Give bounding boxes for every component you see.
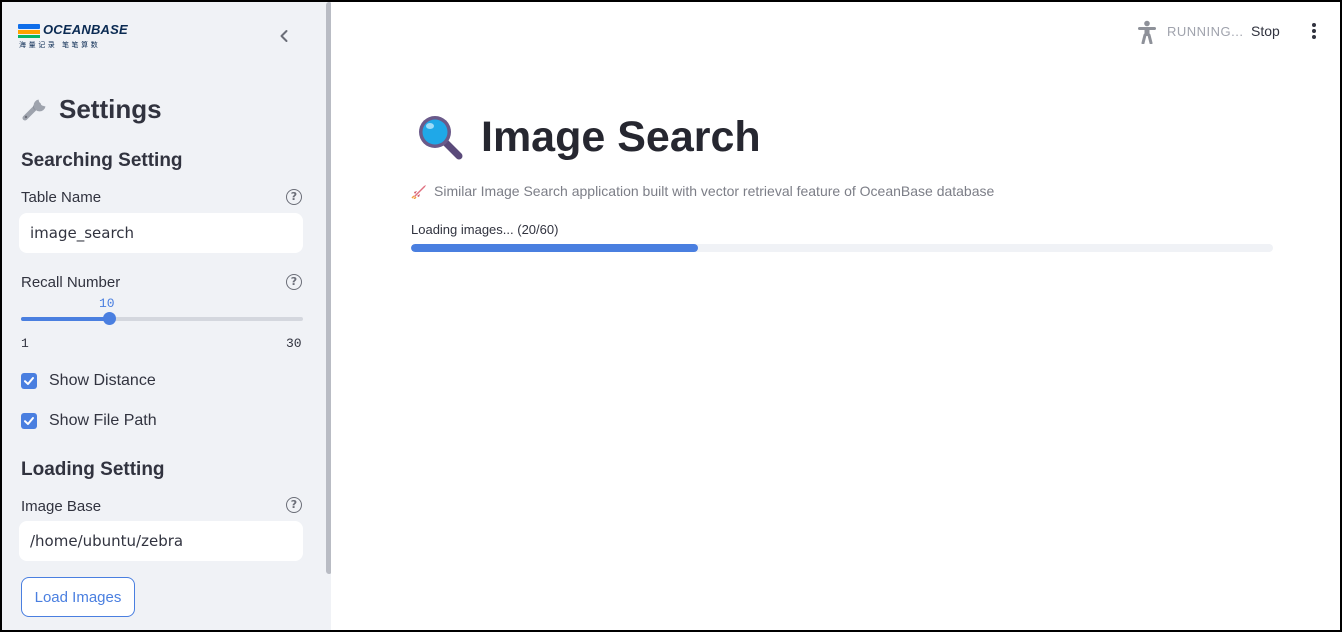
slider-max-label: 30 (286, 336, 302, 351)
logo-mark-icon (18, 24, 40, 38)
slider-min-label: 1 (21, 336, 29, 351)
chevron-left-icon (280, 30, 288, 42)
sidebar: OCEANBASE 海量记录 笔笔算数 Settings Searching S… (2, 2, 331, 630)
question-circle-icon[interactable]: ? (286, 189, 302, 205)
question-circle-icon[interactable]: ? (286, 497, 302, 513)
show-distance-checkbox[interactable] (21, 373, 37, 389)
progress-fill (411, 244, 699, 252)
running-person-icon (1138, 20, 1156, 44)
top-bar: RUNNING... Stop (331, 2, 1340, 62)
progress-label: Loading images... (20/60) (411, 222, 559, 237)
sidebar-title: Settings (21, 94, 162, 125)
sidebar-scrollbar[interactable] (326, 2, 331, 574)
table-name-input[interactable] (19, 213, 303, 253)
show-file-path-label: Show File Path (49, 412, 157, 429)
rocket-icon (411, 184, 426, 199)
wrench-icon (22, 99, 46, 120)
page-title: Image Search (415, 112, 761, 162)
loading-setting-heading: Loading Setting (21, 459, 165, 480)
page-subtitle: Similar Image Search application built w… (411, 183, 994, 199)
checkmark-icon (24, 417, 34, 425)
logo-tagline: 海量记录 笔笔算数 (19, 42, 101, 49)
image-base-input[interactable] (19, 521, 303, 561)
page-subtitle-text: Similar Image Search application built w… (434, 183, 995, 199)
question-circle-icon[interactable]: ? (286, 274, 302, 290)
recall-number-value: 10 (99, 296, 115, 311)
loading-progress-bar (411, 244, 1273, 252)
stop-button[interactable]: Stop (1251, 23, 1280, 39)
load-images-button[interactable]: Load Images (21, 577, 135, 617)
magnifying-glass-icon (419, 116, 463, 160)
logo-text: OCEANBASE (43, 22, 128, 37)
sidebar-title-text: Settings (59, 94, 162, 124)
searching-setting-heading: Searching Setting (21, 150, 183, 171)
running-status: RUNNING... (1167, 24, 1244, 39)
slider-fill (21, 317, 109, 321)
checkmark-icon (24, 377, 34, 385)
table-name-label: Table Name (21, 189, 102, 206)
show-file-path-checkbox-row[interactable]: Show File Path (21, 412, 157, 430)
vertical-dots-icon[interactable] (1309, 22, 1319, 42)
image-base-label: Image Base (21, 498, 102, 515)
oceanbase-logo: OCEANBASE 海量记录 笔笔算数 (18, 22, 133, 52)
recall-number-label: Recall Number (21, 274, 121, 291)
show-distance-checkbox-row[interactable]: Show Distance (21, 372, 156, 390)
show-file-path-checkbox[interactable] (21, 413, 37, 429)
slider-thumb[interactable] (102, 312, 116, 325)
page-title-text: Image Search (481, 112, 761, 161)
recall-number-slider[interactable] (21, 312, 303, 325)
collapse-sidebar-button[interactable] (274, 26, 294, 46)
show-distance-label: Show Distance (49, 372, 156, 389)
